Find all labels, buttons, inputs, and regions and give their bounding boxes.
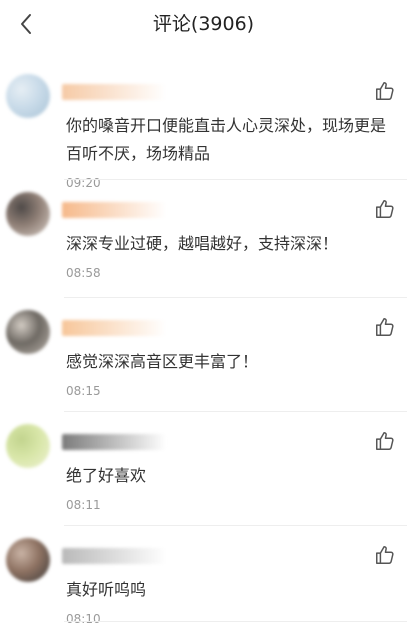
comment-item: 你的嗓音开口便能直击人心灵深处，现场更是百听不厌，场场精品 09:20 <box>0 62 407 190</box>
comment-text: 绝了好喜欢 <box>66 466 147 485</box>
comment-item: 深深专业过硬，越唱越好，支持深深！ 08:58 <box>0 180 407 298</box>
avatar[interactable] <box>6 192 50 236</box>
nickname[interactable] <box>62 84 166 100</box>
thumbs-up-icon[interactable] <box>374 544 396 566</box>
avatar[interactable] <box>6 424 50 468</box>
nickname[interactable] <box>62 320 166 336</box>
page-title: 评论(3906) <box>152 13 255 35</box>
thumbs-up-icon[interactable] <box>374 430 396 452</box>
top-bar: 评论(3906) <box>0 0 407 48</box>
comment-time: 08:15 <box>66 384 101 398</box>
avatar[interactable] <box>6 538 50 582</box>
comment-time: 08:58 <box>66 266 101 280</box>
comment-time: 08:11 <box>66 498 101 512</box>
comment-text: 感觉深深高音区更丰富了！ <box>66 352 259 371</box>
comment-list: 你的嗓音开口便能直击人心灵深处，现场更是百听不厌，场场精品 09:20 深深专业… <box>0 62 407 626</box>
comment-item: 绝了好喜欢 08:11 <box>0 412 407 526</box>
nickname[interactable] <box>62 202 166 218</box>
thumbs-up-icon[interactable] <box>374 198 396 220</box>
thumbs-up-icon[interactable] <box>374 80 396 102</box>
comment-item: 真好听呜呜 08:10 <box>0 526 407 626</box>
avatar[interactable] <box>6 310 50 354</box>
divider <box>64 621 407 622</box>
comment-text: 深深专业过硬，越唱越好，支持深深！ <box>66 234 339 253</box>
avatar[interactable] <box>6 74 50 118</box>
nickname[interactable] <box>62 548 166 564</box>
thumbs-up-icon[interactable] <box>374 316 396 338</box>
nickname[interactable] <box>62 434 166 450</box>
comment-item: 感觉深深高音区更丰富了！ 08:15 <box>0 298 407 412</box>
comment-text: 真好听呜呜 <box>66 580 147 599</box>
comment-time: 08:10 <box>66 612 101 626</box>
comment-text: 你的嗓音开口便能直击人心灵深处，现场更是百听不厌，场场精品 <box>66 116 387 163</box>
